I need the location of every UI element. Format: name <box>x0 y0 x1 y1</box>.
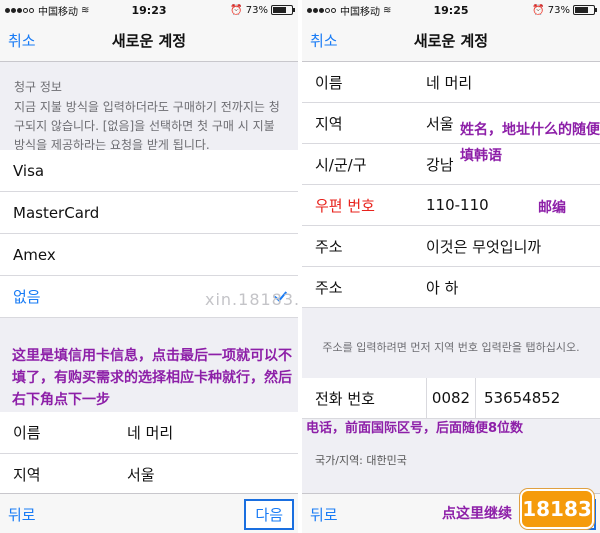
annotation-click-here: 点这里继续 <box>442 506 512 522</box>
alarm-icon: ⏰ <box>532 4 545 16</box>
field-value: 110-110 <box>426 196 489 214</box>
nav-bar: 취소 새로운 계정 <box>0 20 298 62</box>
field-label: 이름 <box>13 424 41 442</box>
battery-percent: 73% <box>245 4 268 16</box>
right-screen: 中国移动 ≋ 19:25 ⏰ 73% 취소 새로운 계정 이름 네 머리 지역 서울… <box>302 0 600 533</box>
wifi-icon: ≋ <box>81 4 90 16</box>
carrier-info: 中国移动 ≋ <box>307 3 391 18</box>
field-label: 시/군/구 <box>315 155 367 174</box>
next-button[interactable]: 다음 <box>244 499 294 530</box>
payment-option-amex[interactable]: Amex <box>0 234 298 276</box>
nav-bar: 취소 새로운 계정 <box>302 20 600 62</box>
carrier-name: 中国移动 <box>38 6 78 18</box>
battery-percent: 73% <box>547 4 570 16</box>
alarm-icon: ⏰ <box>230 4 243 16</box>
field-value: 네 머리 <box>426 73 473 92</box>
annotation-postcode: 邮编 <box>538 200 566 216</box>
billing-note: 지금 지불 방식을 입력하더라도 구매하기 전까지는 청구되지 않습니다. [없… <box>14 100 280 152</box>
page-title: 새로운 계정 <box>413 32 489 50</box>
back-button[interactable]: 뒤로 <box>8 504 36 525</box>
address2-field-row[interactable]: 주소 아 하 <box>302 267 600 308</box>
name-field-row[interactable]: 이름 네 머리 <box>0 412 298 454</box>
address-preview-list: 이름 네 머리 지역 서울 <box>0 412 298 496</box>
field-label: 전화 번호 <box>315 389 375 408</box>
battery-icon <box>573 5 597 15</box>
field-label: 지역 <box>13 466 41 484</box>
annotation-name-address: 姓名，地址什么的随便填韩语 <box>460 122 600 164</box>
billing-header: 청구 정보 <box>14 80 62 94</box>
field-value: 이것은 무엇입니까 <box>426 237 542 256</box>
back-button[interactable]: 뒤로 <box>310 504 338 525</box>
field-value: 서울 <box>426 114 454 133</box>
address-hint: 주소를 입력하려면 먼저 지역 번호 입력란을 탭하십시오. <box>322 341 580 354</box>
site-logo: 18183 <box>520 489 594 529</box>
field-value: 아 하 <box>426 278 459 297</box>
address1-field-row[interactable]: 주소 이것은 무엇입니까 <box>302 226 600 267</box>
payment-option-mastercard[interactable]: MasterCard <box>0 192 298 234</box>
left-screen: 中国移动 ≋ 19:23 ⏰ 73% 취소 새로운 계정 청구 정보 지금 지불… <box>0 0 298 533</box>
page-title: 새로운 계정 <box>111 32 187 50</box>
annotation-credit-card: 这里是填信用卡信息，点击最后一项就可以不填了，有购买需求的选择相应卡种就行，然后… <box>12 348 292 408</box>
status-bar: 中国移动 ≋ 19:23 ⏰ 73% <box>0 0 298 20</box>
signal-icon <box>5 5 35 16</box>
signal-icon <box>307 5 337 16</box>
option-label: Amex <box>13 245 56 264</box>
carrier-info: 中国移动 ≋ <box>5 3 89 18</box>
option-label: Visa <box>13 161 45 180</box>
field-value: 네 머리 <box>127 424 174 442</box>
field-value: 서울 <box>127 466 155 484</box>
annotation-phone: 电话，前面国际区号，后面随便8位数 <box>306 421 524 436</box>
bottom-toolbar: 뒤로 다음 <box>0 493 298 533</box>
field-label: 주소 <box>315 237 343 256</box>
status-bar: 中国移动 ≋ 19:25 ⏰ 73% <box>302 0 600 20</box>
field-label: 주소 <box>315 278 343 297</box>
payment-option-visa[interactable]: Visa <box>0 150 298 192</box>
field-label: 이름 <box>315 73 343 92</box>
battery-icon <box>271 5 295 15</box>
cancel-button[interactable]: 취소 <box>8 30 36 51</box>
field-label: 지역 <box>315 114 343 133</box>
phone-field-row: 전화 번호 0082 53654852 <box>302 378 600 419</box>
country-line: 국가/지역: 대한민국 <box>315 454 407 467</box>
field-value: 강남 <box>426 155 454 174</box>
carrier-name: 中国移动 <box>340 6 380 18</box>
region-field-row[interactable]: 지역 서울 <box>0 454 298 496</box>
address-form: 이름 네 머리 지역 서울 시/군/구 강남 우편 번호 110-110 주소 이것은 무… <box>302 62 600 308</box>
option-label: MasterCard <box>13 203 100 222</box>
phone-form: 전화 번호 0082 53654852 <box>302 378 600 419</box>
watermark: xin.18183.com <box>205 290 298 309</box>
wifi-icon: ≋ <box>383 4 392 16</box>
option-label: 없음 <box>13 288 41 306</box>
phone-number-input[interactable]: 53654852 <box>484 389 560 407</box>
field-label: 우편 번호 <box>315 196 375 215</box>
cancel-button[interactable]: 취소 <box>310 30 338 51</box>
name-field-row[interactable]: 이름 네 머리 <box>302 62 600 103</box>
country-code-input[interactable]: 0082 <box>426 378 476 418</box>
